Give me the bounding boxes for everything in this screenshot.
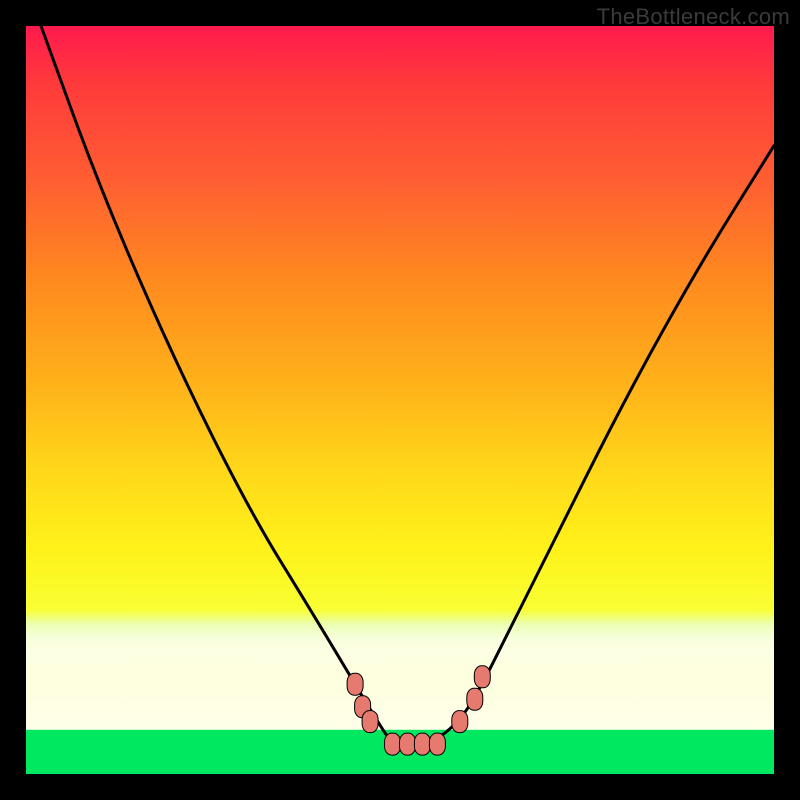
marker-layer: [26, 26, 774, 774]
curve-marker: [474, 666, 490, 688]
curve-marker: [347, 673, 363, 695]
curve-marker: [400, 733, 416, 755]
bottleneck-curve: [26, 26, 774, 774]
curve-marker: [385, 733, 401, 755]
curve-marker: [362, 711, 378, 733]
curve-marker: [355, 696, 371, 718]
pale-yellow-band: [26, 620, 774, 730]
curve-marker: [429, 733, 445, 755]
curve-marker: [467, 688, 483, 710]
curve-marker: [414, 733, 430, 755]
curve-marker: [452, 711, 468, 733]
chart-frame: TheBottleneck.com: [0, 0, 800, 800]
plot-area: [26, 26, 774, 774]
